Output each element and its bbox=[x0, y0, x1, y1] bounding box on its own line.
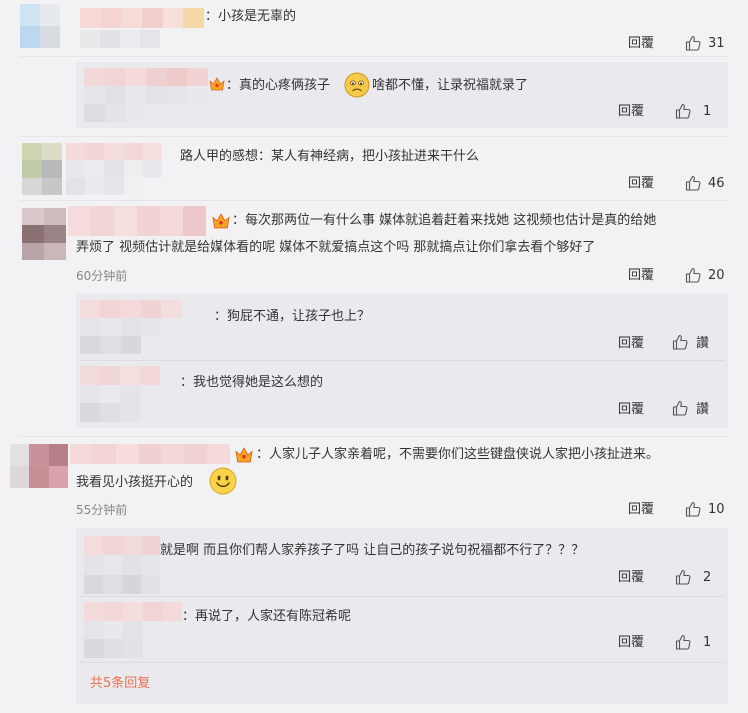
avatar[interactable] bbox=[80, 300, 202, 354]
reply-text: ：我也觉得她是这么想的 bbox=[180, 375, 324, 390]
timestamp: 60分钟前 bbox=[76, 269, 128, 283]
divider bbox=[80, 662, 724, 663]
reply-button[interactable]: 回覆 bbox=[628, 35, 654, 53]
username-blurred[interactable] bbox=[66, 143, 162, 195]
reply-button[interactable]: 回覆 bbox=[628, 267, 654, 285]
like-count: 20 bbox=[708, 268, 725, 283]
avatar[interactable] bbox=[10, 444, 68, 488]
timestamp: 55分钟前 bbox=[76, 503, 128, 517]
crown-icon bbox=[235, 447, 253, 463]
reply-button[interactable]: 回覆 bbox=[628, 501, 654, 519]
thumbs-up-icon[interactable] bbox=[685, 175, 701, 191]
divider bbox=[20, 436, 728, 437]
avatar[interactable] bbox=[84, 602, 182, 658]
reply-text: ：真的心疼俩孩子 bbox=[226, 78, 331, 93]
view-more-replies-link[interactable]: 共5条回复 bbox=[90, 675, 150, 693]
thumbs-up-icon[interactable] bbox=[672, 400, 688, 416]
like-label: 讚 bbox=[696, 402, 710, 417]
reply-button[interactable]: 回覆 bbox=[618, 401, 644, 419]
avatar[interactable] bbox=[22, 143, 62, 195]
reply-button[interactable]: 回覆 bbox=[618, 569, 644, 587]
thumbs-up-icon[interactable] bbox=[685, 267, 701, 283]
divider bbox=[80, 360, 724, 361]
like-count: 1 bbox=[703, 635, 712, 650]
crown-icon bbox=[209, 77, 225, 91]
thumbs-up-icon[interactable] bbox=[672, 334, 688, 350]
username-blurred[interactable] bbox=[80, 8, 204, 28]
divider bbox=[20, 56, 728, 57]
comment-text: ：小孩是无辜的 bbox=[205, 9, 297, 24]
reply-text: ：狗屁不通，让孩子也上？ bbox=[214, 309, 371, 324]
divider bbox=[80, 596, 724, 597]
reply-button[interactable]: 回覆 bbox=[628, 175, 654, 193]
thumbs-up-icon[interactable] bbox=[675, 103, 691, 119]
username-blurred[interactable] bbox=[70, 444, 230, 464]
like-count: 31 bbox=[708, 36, 725, 51]
username-blurred[interactable] bbox=[68, 206, 206, 236]
like-count: 10 bbox=[708, 502, 725, 517]
divider bbox=[20, 200, 728, 201]
reply-text-continued: 啥都不懂，让录祝福就录了 bbox=[372, 78, 529, 93]
comment-text-line2: 弄烦了 视频估计就是给媒体看的呢 媒体不就爱搞点这个吗 那就搞点让你们拿去看个够… bbox=[76, 240, 596, 255]
avatar[interactable] bbox=[84, 536, 160, 594]
avatar[interactable] bbox=[84, 68, 208, 122]
sad-emoji-icon bbox=[344, 72, 370, 98]
comment-text-line1: ：每次那两位一有什么事 媒体就追着赶着来找她 这视频也估计是真的给她 bbox=[232, 213, 657, 228]
smile-emoji-icon bbox=[209, 467, 237, 495]
avatar[interactable] bbox=[80, 366, 180, 422]
like-count: 1 bbox=[703, 104, 712, 119]
reply-button[interactable]: 回覆 bbox=[618, 103, 644, 121]
reply-button[interactable]: 回覆 bbox=[618, 335, 644, 353]
like-count: 2 bbox=[703, 570, 712, 585]
comment-text-line2: 我看见小孩挺开心的 bbox=[76, 475, 194, 490]
comment-text: 路人甲的感想：某人有神经病，把小孩扯进来干什么 bbox=[180, 149, 480, 164]
like-label: 讚 bbox=[696, 336, 710, 351]
blurred-text bbox=[80, 30, 160, 48]
reply-button[interactable]: 回覆 bbox=[618, 634, 644, 652]
reply-text: 就是啊 而且你们帮人家养孩子了吗 让自己的孩子说句祝福都不行了？？？ bbox=[160, 543, 585, 558]
thumbs-up-icon[interactable] bbox=[685, 501, 701, 517]
comment-text-line1: ：人家儿子人家亲着呢，不需要你们这些键盘侠说人家把小孩扯进来。 bbox=[256, 447, 660, 462]
avatar[interactable] bbox=[20, 4, 60, 48]
divider bbox=[20, 136, 728, 137]
avatar[interactable] bbox=[22, 208, 66, 260]
thumbs-up-icon[interactable] bbox=[685, 35, 701, 51]
thumbs-up-icon[interactable] bbox=[675, 569, 691, 585]
thumbs-up-icon[interactable] bbox=[675, 634, 691, 650]
crown-icon bbox=[212, 213, 230, 229]
reply-text: ：再说了，人家还有陈冠希呢 bbox=[182, 609, 352, 624]
like-count: 46 bbox=[708, 176, 725, 191]
